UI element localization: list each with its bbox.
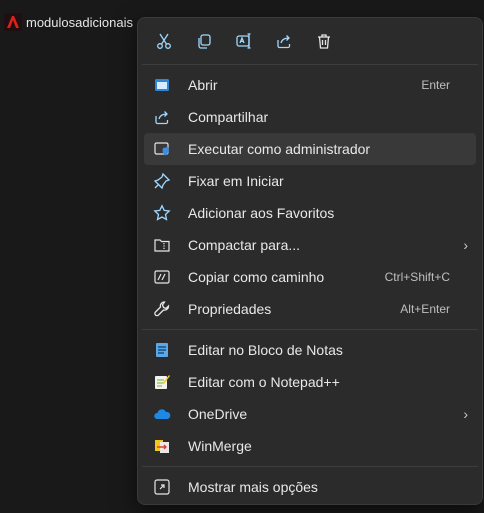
menu-item-label: Compactar para...	[188, 237, 301, 253]
menu-item-fixar-iniciar[interactable]: Fixar em Iniciar	[144, 165, 476, 197]
notepad-icon	[152, 340, 172, 360]
trash-icon	[318, 34, 330, 49]
menu-item-executar-admin[interactable]: Executar como administrador	[144, 133, 476, 165]
chevron-right-icon: ›	[463, 406, 468, 422]
window-icon	[152, 75, 172, 95]
context-menu: Abrir Enter Compartilhar Executar como a…	[137, 17, 483, 505]
menu-item-label: Compartilhar	[188, 109, 269, 125]
menu-item-label: WinMerge	[188, 438, 252, 454]
menu-item-label: Abrir	[188, 77, 218, 93]
file-name: modulosadicionais	[26, 14, 133, 30]
menu-item-label: Executar como administrador	[188, 141, 371, 157]
menu-item-favoritos[interactable]: Adicionar aos Favoritos	[144, 197, 476, 229]
menu-item-label: Adicionar aos Favoritos	[188, 205, 335, 221]
scissors-icon	[157, 33, 171, 49]
share-icon	[277, 35, 291, 49]
file-item[interactable]: modulosadicionais	[4, 10, 133, 34]
menu-item-label: Editar com o Notepad++	[188, 374, 340, 390]
menu-item-propriedades[interactable]: Propriedades Alt+Enter	[144, 293, 476, 325]
shortcut-label: Enter	[421, 78, 450, 92]
rename-icon	[236, 33, 251, 49]
cut-button[interactable]	[148, 25, 180, 57]
menu-item-copiar-caminho[interactable]: Copiar como caminho Ctrl+Shift+C	[144, 261, 476, 293]
menu-item-bloco-notas[interactable]: Editar no Bloco de Notas	[144, 334, 476, 366]
winmerge-icon	[152, 436, 172, 456]
menu-item-onedrive[interactable]: OneDrive ›	[144, 398, 476, 430]
shortcut-label: Alt+Enter	[400, 302, 450, 316]
admin-shield-icon	[152, 139, 172, 159]
context-toolbar	[138, 18, 482, 64]
copy-path-icon	[152, 267, 172, 287]
menu-item-compartilhar[interactable]: Compartilhar	[144, 101, 476, 133]
share-button[interactable]	[268, 25, 300, 57]
rename-button[interactable]	[228, 25, 260, 57]
menu-item-label: Editar no Bloco de Notas	[188, 342, 343, 358]
menu-item-label: Propriedades	[188, 301, 272, 317]
menu-item-notepadpp[interactable]: Editar com o Notepad++	[144, 366, 476, 398]
menu-item-mais-opcoes[interactable]: Mostrar mais opções	[144, 471, 476, 503]
menu-item-abrir[interactable]: Abrir Enter	[144, 69, 476, 101]
pin-icon	[152, 171, 172, 191]
menu-item-label: Mostrar mais opções	[188, 479, 318, 495]
menu-item-label: Fixar em Iniciar	[188, 173, 284, 189]
onedrive-icon	[152, 404, 172, 424]
wrench-icon	[152, 299, 172, 319]
shortcut-label: Ctrl+Shift+C	[384, 270, 450, 284]
chevron-right-icon: ›	[463, 237, 468, 253]
star-icon	[152, 203, 172, 223]
zip-folder-icon	[152, 235, 172, 255]
copy-icon	[198, 34, 211, 49]
copy-button[interactable]	[188, 25, 220, 57]
share-icon	[152, 107, 172, 127]
more-options-icon	[152, 477, 172, 497]
menu-item-label: Copiar como caminho	[188, 269, 325, 285]
menu-item-winmerge[interactable]: WinMerge	[144, 430, 476, 462]
notepadpp-icon	[152, 372, 172, 392]
delete-button[interactable]	[308, 25, 340, 57]
menu-item-compactar[interactable]: Compactar para... ›	[144, 229, 476, 261]
menu-item-label: OneDrive	[188, 406, 248, 422]
acrobat-icon	[4, 13, 22, 31]
